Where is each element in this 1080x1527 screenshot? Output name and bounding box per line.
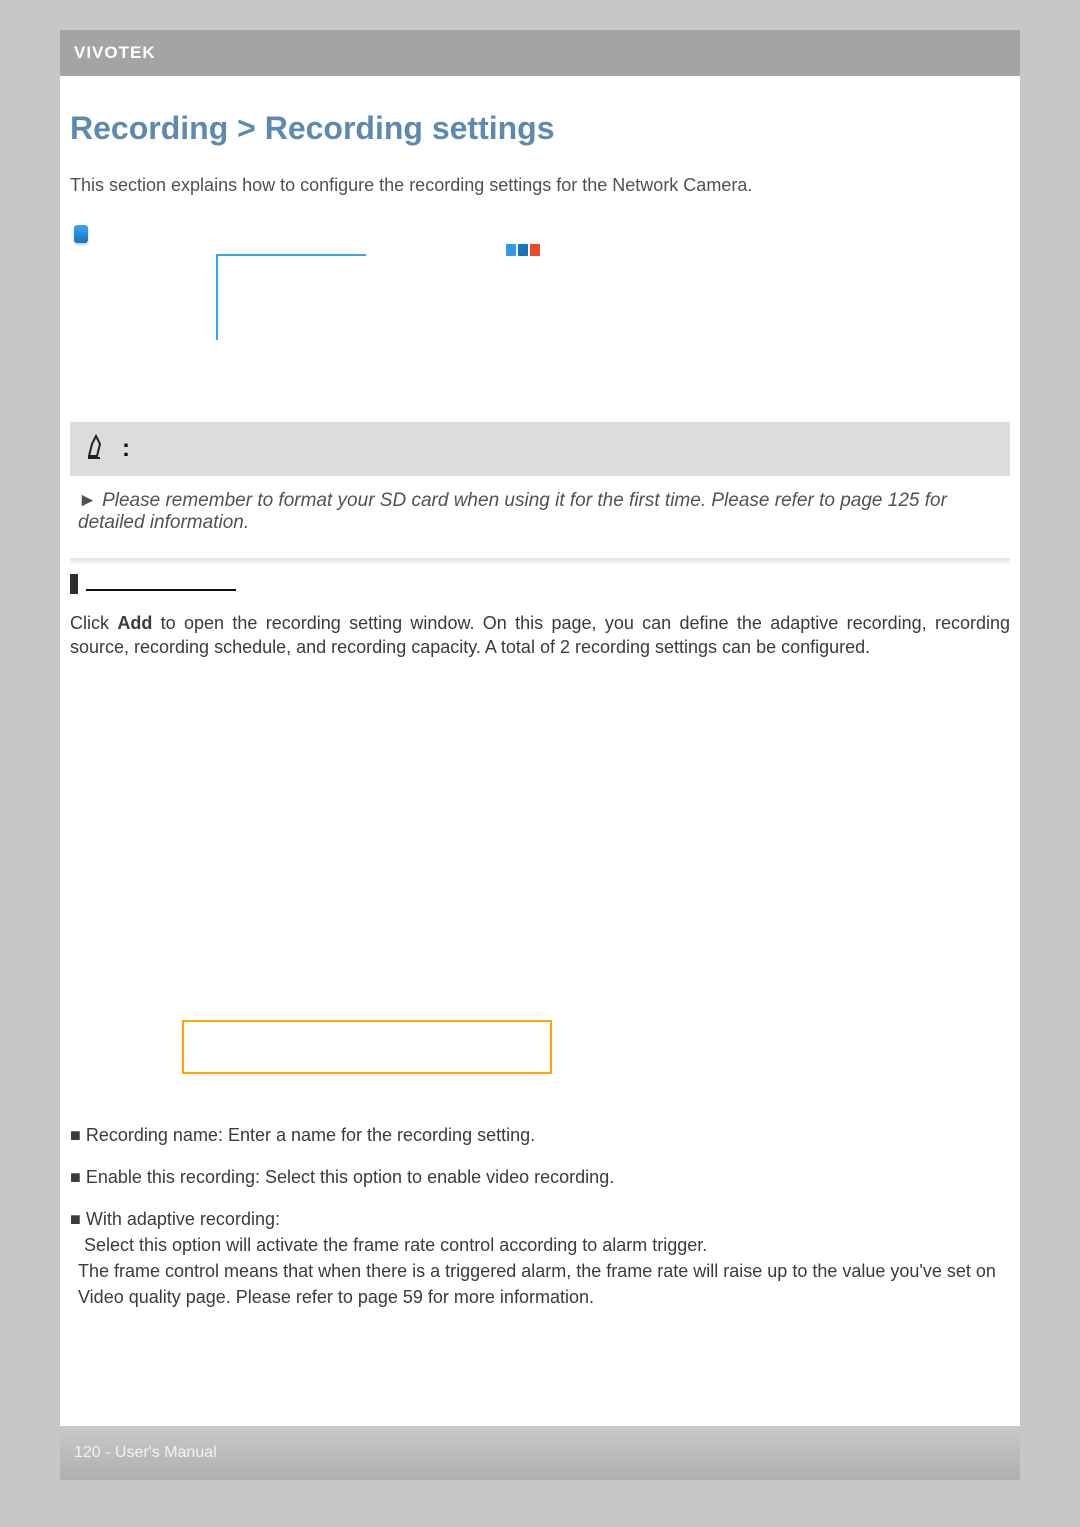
intro-text: This section explains how to configure t… [70, 175, 1010, 196]
page-title: Recording > Recording settings [70, 110, 1010, 147]
app-icon [518, 244, 528, 256]
heading-underline [86, 589, 236, 591]
recording-settings-figure [70, 222, 1010, 422]
rs-pre: Click [70, 613, 117, 633]
param-enable-recording: ■ Enable this recording: Select this opt… [70, 1164, 1010, 1190]
divider [70, 558, 1010, 564]
param-adaptive-line1: Select this option will activate the fra… [84, 1232, 1010, 1258]
param-text: ■ With adaptive recording: [70, 1206, 280, 1232]
note-banner: : [70, 422, 1010, 476]
param-adaptive-line2: The frame control means that when there … [78, 1258, 1010, 1310]
device-icon [74, 225, 88, 243]
param-text: ■ Enable this recording: Select this opt… [70, 1164, 614, 1190]
callout-line-icon [216, 254, 366, 256]
page-footer: 120 - User's Manual [60, 1426, 1020, 1480]
move-icon [506, 244, 516, 256]
add-label: Add [117, 613, 152, 633]
page: VIVOTEK Recording > Recording settings T… [60, 30, 1020, 1480]
param-text: ■ Recording name: Enter a name for the r… [70, 1122, 535, 1148]
brand-logo: VIVOTEK [74, 43, 156, 63]
delete-icon [530, 244, 540, 256]
toolbar-icons [506, 244, 540, 256]
highlight-box [182, 1020, 552, 1074]
callout-outline [214, 222, 684, 362]
param-recording-name: ■ Recording name: Enter a name for the r… [70, 1122, 1010, 1148]
rs-post: to open the recording setting window. On… [70, 613, 1010, 657]
footer-text: 120 - User's Manual [74, 1444, 217, 1462]
page-header: VIVOTEK [60, 30, 1020, 76]
callout-line-icon [216, 254, 218, 340]
pencil-icon [86, 434, 110, 465]
param-adaptive-head: ■ With adaptive recording: [70, 1206, 1010, 1232]
page-content: Recording > Recording settings This sect… [60, 110, 1020, 1310]
note-body: ► Please remember to format your SD card… [70, 476, 1010, 552]
bar-icon [70, 574, 78, 594]
parameter-list: ■ Recording name: Enter a name for the r… [70, 1122, 1010, 1311]
recording-settings-paragraph: Click Add to open the recording setting … [70, 612, 1010, 660]
note-label-colon: : [122, 435, 130, 463]
recording-settings-heading [70, 574, 1010, 594]
